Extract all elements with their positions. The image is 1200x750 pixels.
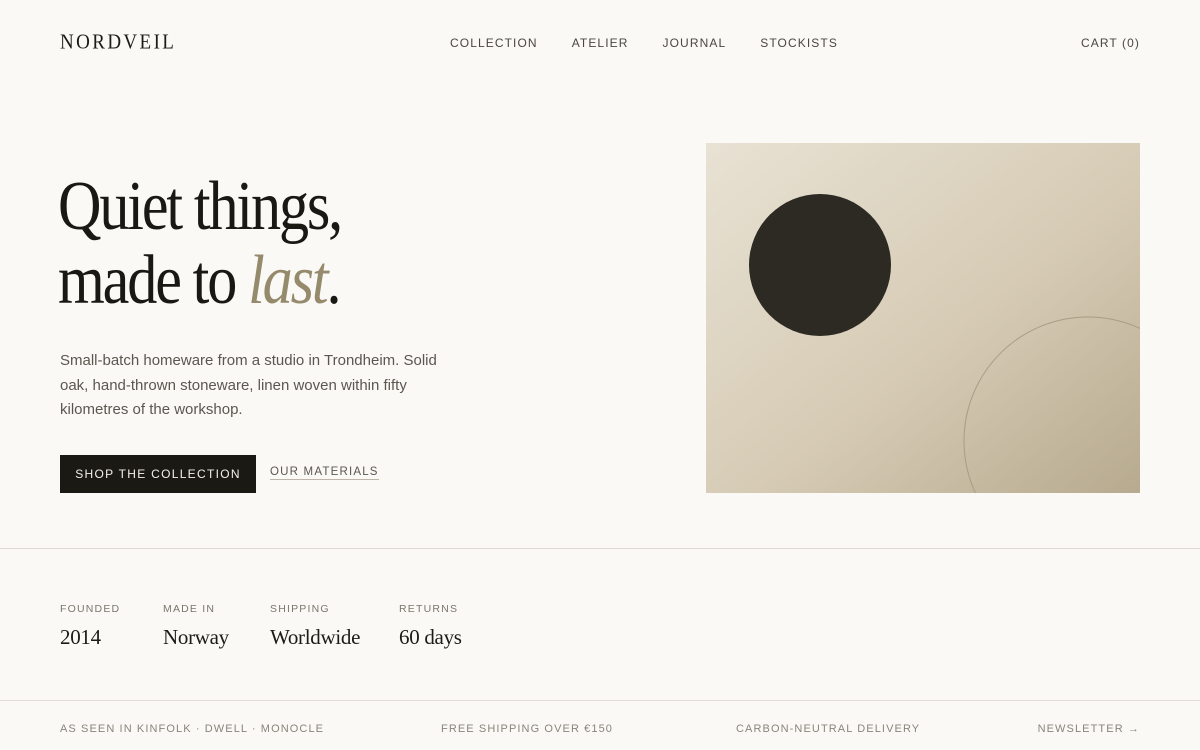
nav-link-stockists[interactable]: STOCKISTS	[760, 36, 838, 50]
dark-circle-shape	[749, 194, 891, 336]
hero-title: Quiet things, made to last.	[58, 168, 343, 319]
stat-value: Worldwide	[270, 625, 361, 649]
footer-divider	[0, 700, 1200, 701]
stat-shipping: SHIPPING Worldwide	[270, 603, 360, 650]
stat-label: FOUNDED	[60, 603, 121, 615]
hero-description: Small-batch homeware from a studio in Tr…	[60, 352, 437, 418]
stat-label: RETURNS	[399, 603, 459, 615]
stat-value: Norway	[163, 625, 229, 649]
brand-logo[interactable]: NORDVEIL	[60, 31, 176, 56]
stat-value: 60 days	[399, 625, 462, 649]
nav-link-collection[interactable]: COLLECTION	[450, 36, 538, 50]
nav-link-journal[interactable]: JOURNAL	[663, 36, 727, 50]
section-divider	[0, 548, 1200, 549]
shop-collection-button[interactable]: SHOP THE COLLECTION	[60, 455, 256, 493]
nav-link-atelier[interactable]: ATELIER	[572, 36, 629, 50]
stat-label: SHIPPING	[270, 603, 330, 615]
hero-title-line-2-suffix: .	[326, 242, 341, 319]
main-nav: COLLECTION ATELIER JOURNAL STOCKISTS	[450, 36, 838, 50]
stat-label: MADE IN	[163, 603, 216, 615]
stat-returns: RETURNS 60 days	[399, 603, 462, 650]
stat-founded: FOUNDED 2014	[60, 603, 120, 650]
carbon-neutral-note: CARBON-NEUTRAL DELIVERY	[736, 723, 921, 735]
hero-title-accent-word: last	[248, 242, 329, 319]
free-shipping-note: FREE SHIPPING OVER €150	[441, 723, 614, 735]
hero-title-line-2-prefix: made to	[58, 242, 249, 319]
press-mentions: AS SEEN IN KINFOLK · DWELL · MONOCLE	[60, 723, 325, 735]
site-header: NORDVEIL COLLECTION ATELIER JOURNAL STOC…	[60, 26, 1140, 60]
stat-value: 2014	[60, 625, 101, 649]
hero-title-line-1: Quiet things,	[58, 168, 343, 245]
hero-image	[706, 143, 1140, 493]
cart-link[interactable]: CART (0)	[1081, 36, 1140, 50]
newsletter-link[interactable]: NEWSLETTER →	[1038, 723, 1140, 735]
stat-made-in: MADE IN Norway	[163, 603, 229, 650]
hero-artwork	[706, 143, 1140, 493]
our-materials-link[interactable]: OUR MATERIALS	[270, 466, 379, 480]
